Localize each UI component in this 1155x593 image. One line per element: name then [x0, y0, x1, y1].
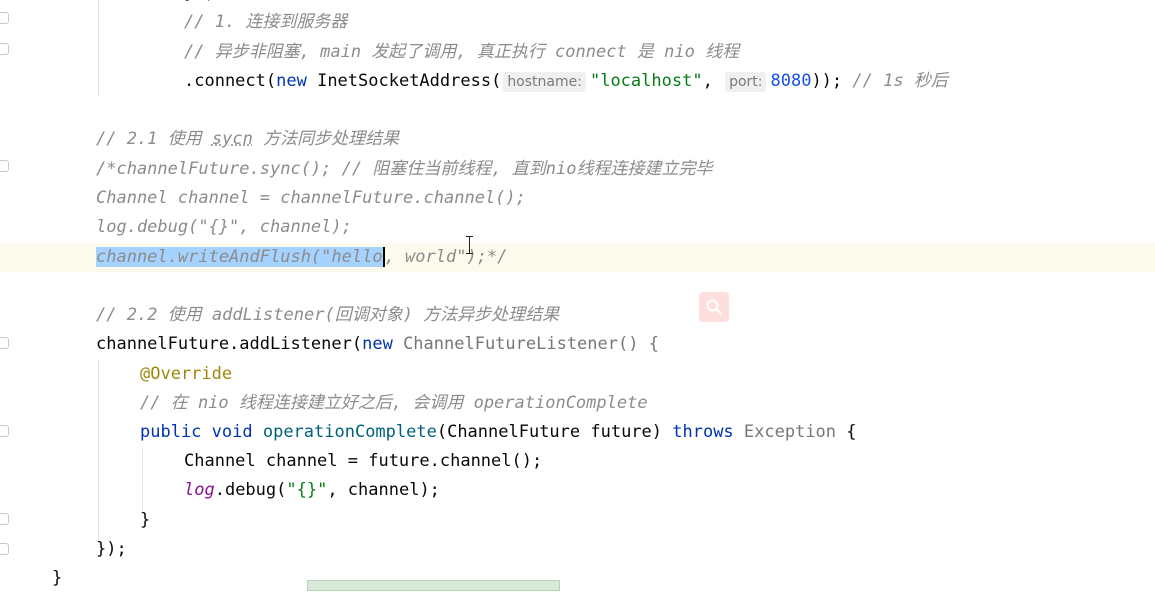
field-reference: log	[184, 480, 215, 500]
typo-underline: sycn	[211, 129, 253, 149]
code-line[interactable]: log.debug("{}", channel);	[184, 476, 440, 505]
code-line-selected[interactable]: channel.writeAndFlush("hello, world");*/	[96, 243, 507, 272]
indent-guide	[98, 0, 99, 96]
text-cursor-icon	[466, 236, 474, 254]
code-line[interactable]: });	[184, 0, 215, 8]
fold-marker[interactable]	[0, 425, 9, 437]
keyword: new	[276, 71, 307, 91]
comment: // 2.2 使用 addListener(回调对象) 方法异步处理结果	[96, 305, 560, 325]
comment: // 1s 秒后	[852, 71, 948, 91]
block-comment: log.debug("{}", channel);	[96, 217, 352, 237]
code-line-connect[interactable]: .connect(new InetSocketAddress(hostname:…	[184, 67, 948, 96]
horizontal-scrollbar-thumb[interactable]	[307, 580, 560, 591]
code-line[interactable]: // 2.1 使用 sycn 方法同步处理结果	[96, 125, 399, 154]
comment: // 异步非阻塞, main 发起了调用, 真正执行 connect 是 nio…	[184, 42, 740, 62]
keyword: void	[201, 422, 263, 442]
parameter-hint-port: port:	[725, 72, 767, 92]
code-line[interactable]: // 1. 连接到服务器	[184, 8, 347, 37]
string-literal: "{}"	[286, 480, 328, 500]
string-literal: "localhost"	[589, 71, 703, 91]
code-line[interactable]: // 异步非阻塞, main 发起了调用, 真正执行 connect 是 nio…	[184, 38, 739, 67]
code-line[interactable]: channelFuture.addListener(new ChannelFut…	[96, 330, 659, 359]
keyword: new	[362, 334, 393, 354]
code-line[interactable]: });	[96, 535, 127, 564]
code-line[interactable]: /*channelFuture.sync(); // 阻塞住当前线程, 直到ni…	[96, 155, 713, 184]
editor-gutter[interactable]	[0, 0, 14, 591]
code-line[interactable]: // 在 nio 线程连接建立好之后, 会调用 operationComplet…	[140, 389, 648, 418]
code-line[interactable]: @Override	[140, 360, 232, 389]
code-line[interactable]: }	[52, 564, 62, 593]
indent-guide	[98, 360, 99, 540]
code-line[interactable]: // 2.2 使用 addListener(回调对象) 方法异步处理结果	[96, 301, 559, 330]
comment: // 在 nio 线程连接建立好之后, 会调用 operationComplet…	[140, 393, 648, 413]
fold-marker[interactable]	[0, 543, 9, 555]
text-selection[interactable]: channel.writeAndFlush("hello	[96, 247, 383, 267]
keyword: throws	[672, 422, 734, 442]
fold-marker[interactable]	[0, 160, 9, 172]
code-line[interactable]: log.debug("{}", channel);	[96, 213, 352, 242]
code-line[interactable]: public void operationComplete(ChannelFut…	[140, 418, 857, 447]
fold-marker[interactable]	[0, 513, 9, 525]
method-name: operationComplete	[262, 422, 437, 442]
comment: // 1. 连接到服务器	[184, 12, 348, 32]
annotation: @Override	[140, 364, 233, 384]
keyword: public	[140, 422, 202, 442]
code-line[interactable]: Channel channel = channelFuture.channel(…	[96, 184, 526, 213]
code-line[interactable]: Channel channel = future.channel();	[184, 447, 542, 476]
indent-guide	[142, 448, 143, 512]
block-comment: Channel channel = channelFuture.channel(…	[96, 188, 526, 208]
fold-marker[interactable]	[0, 12, 9, 24]
block-comment: /*channelFuture.sync(); // 阻塞住当前线程, 直到ni…	[96, 159, 713, 179]
search-icon[interactable]	[699, 292, 729, 322]
fold-marker[interactable]	[0, 337, 9, 349]
fold-marker[interactable]	[0, 43, 9, 55]
code-line[interactable]: }	[140, 506, 150, 535]
parameter-hint-hostname: hostname:	[503, 72, 586, 92]
number-literal: 8080	[770, 71, 812, 91]
